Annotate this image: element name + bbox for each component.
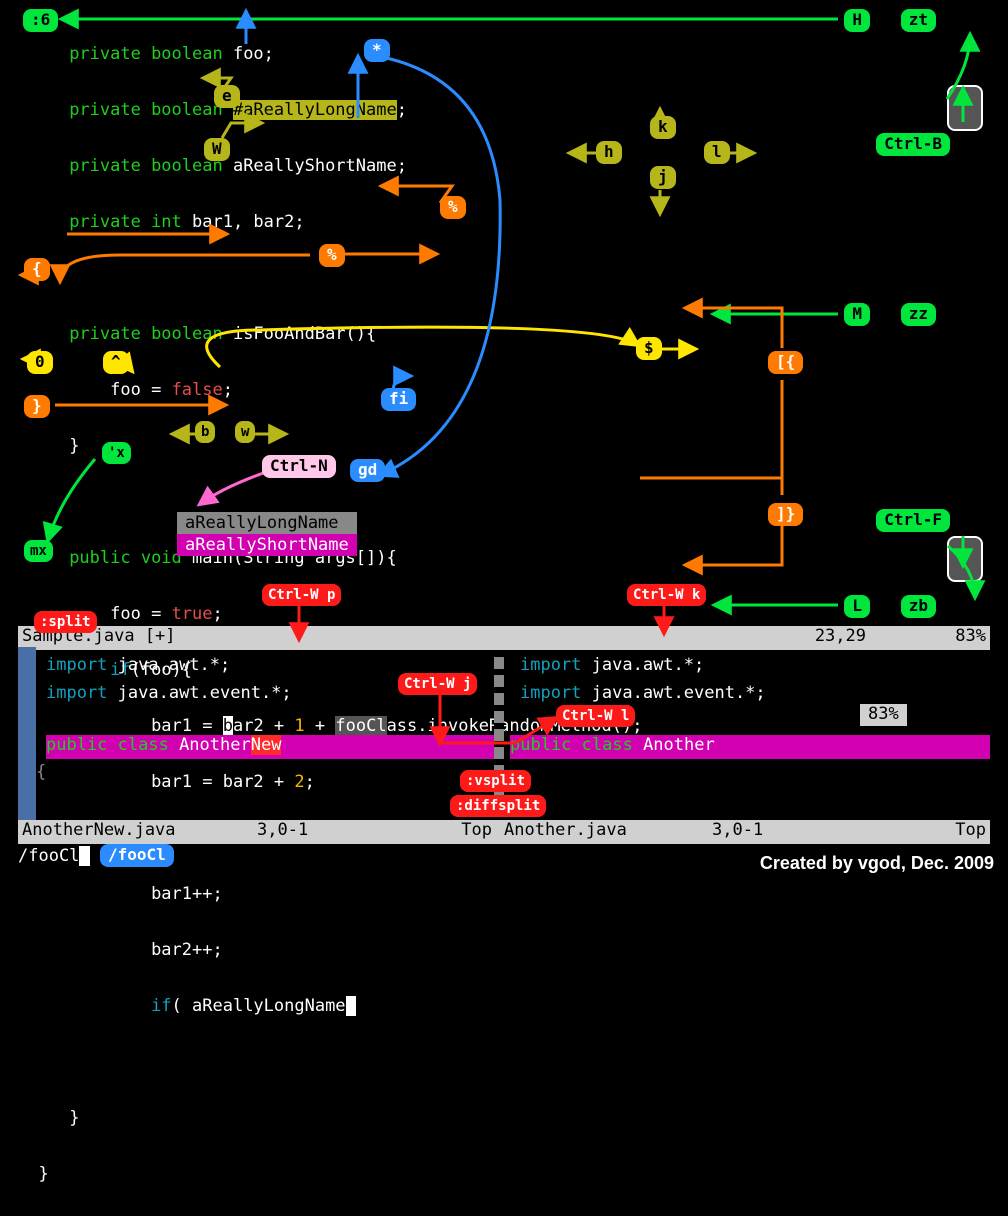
- key-rb: }: [24, 395, 50, 418]
- key-CtrlN: Ctrl-N: [262, 455, 336, 478]
- right-pct: 83%: [860, 704, 907, 726]
- key-w: w: [235, 421, 255, 443]
- key-pct2: %: [319, 244, 345, 267]
- vertical-separator: [494, 651, 504, 819]
- key-vsplit: :vsplit: [460, 770, 531, 792]
- key-lbr: [{: [768, 351, 803, 374]
- key-split: :split: [34, 611, 97, 633]
- scroll-thumb-top: [947, 85, 983, 131]
- key-rbr: ]}: [768, 503, 803, 526]
- key-cwp: Ctrl-W p: [262, 584, 341, 606]
- brace-left: {: [36, 762, 46, 782]
- key-cwk: Ctrl-W k: [627, 584, 706, 606]
- code-area: private boolean foo; private boolean #aR…: [18, 12, 642, 1216]
- diff-highlight-left: public class AnotherNew: [46, 735, 496, 759]
- key-L: L: [844, 595, 870, 618]
- key-H: H: [844, 9, 870, 32]
- key-W: W: [204, 138, 230, 161]
- key-j: j: [650, 166, 676, 189]
- key-k: k: [650, 116, 676, 139]
- credit: Created by vgod, Dec. 2009: [760, 853, 994, 874]
- key-zb: zb: [901, 595, 936, 618]
- cmd-search: /fooCl: [100, 844, 174, 867]
- key-fi: fi: [381, 388, 416, 411]
- split-left: import java.awt.*; import java.awt.event…: [46, 651, 292, 707]
- key-h: h: [596, 141, 622, 164]
- key-cwl: Ctrl-W l: [556, 705, 635, 727]
- status-pos: 23,29: [815, 626, 866, 650]
- split-right: import java.awt.*; import java.awt.event…: [520, 651, 766, 707]
- key-diffsplit: :diffsplit: [450, 795, 546, 817]
- key-zt: zt: [901, 9, 936, 32]
- key-cwj: Ctrl-W j: [398, 673, 477, 695]
- diff-gutter: [18, 647, 36, 840]
- cmdline[interactable]: /fooCl: [18, 846, 90, 866]
- key-M: M: [844, 303, 870, 326]
- scroll-thumb-bottom: [947, 536, 983, 582]
- completion-item[interactable]: aReallyLongName: [177, 512, 357, 534]
- statusbar-splits: AnotherNew.java 3,0-1 Top Another.java 3…: [18, 820, 990, 844]
- completion-popup[interactable]: aReallyLongName aReallyShortName: [177, 512, 357, 556]
- status-pct: 83%: [866, 626, 986, 650]
- key-zz: zz: [901, 303, 936, 326]
- completion-item-selected[interactable]: aReallyShortName: [177, 534, 357, 556]
- key-b: b: [195, 421, 215, 443]
- key-mx: mx: [24, 540, 53, 562]
- key-l: l: [704, 141, 730, 164]
- key-pct1: %: [440, 196, 466, 219]
- key-gd: gd: [350, 459, 385, 482]
- key-x: 'x: [102, 442, 131, 464]
- key-0: 0: [27, 351, 53, 374]
- key-star: *: [364, 39, 390, 62]
- key-lb: {: [24, 258, 50, 281]
- key-e: e: [214, 85, 240, 108]
- key-CtrlB: Ctrl-B: [876, 133, 950, 156]
- diff-highlight-right: public class Another: [510, 735, 990, 759]
- key-dollar: $: [636, 337, 662, 360]
- statusbar-main: Sample.java [+] 23,29 83%: [18, 626, 990, 650]
- key-six: :6: [23, 9, 58, 32]
- key-caret: ^: [103, 351, 129, 374]
- key-CtrlF: Ctrl-F: [876, 509, 950, 532]
